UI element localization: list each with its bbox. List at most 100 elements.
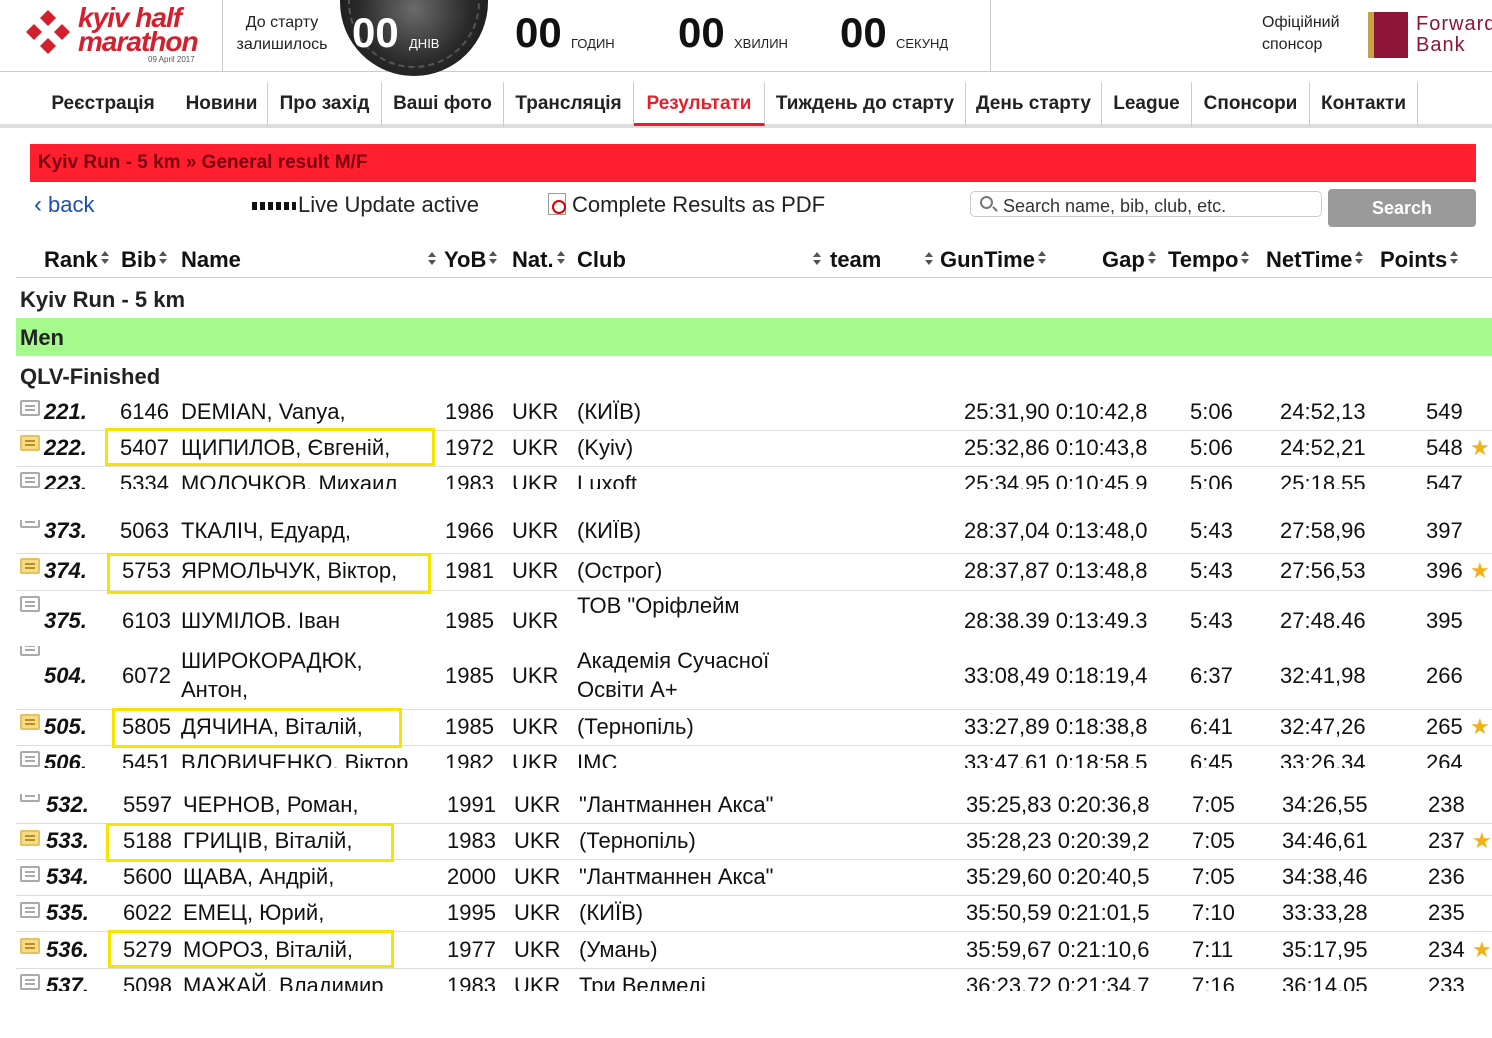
search-icon [980, 196, 993, 209]
comment-icon[interactable] [20, 435, 40, 451]
table-row[interactable]: 504. 6072 ШИРОКОРАДЮК, Антон, 1985 UKR А… [16, 646, 1492, 710]
comment-icon[interactable] [20, 520, 40, 528]
col-bib[interactable]: Bib [121, 246, 168, 274]
col-nat[interactable]: Nat. [512, 246, 565, 274]
forward-bank-logo-icon[interactable] [1368, 12, 1408, 58]
row-name[interactable]: DEMIAN, Vanya, [181, 398, 346, 426]
nav-item-contacts[interactable]: Контакти [1310, 82, 1418, 126]
comment-icon[interactable] [20, 400, 40, 416]
comment-icon[interactable] [20, 974, 40, 990]
nav-item-sponsors[interactable]: Спонсори [1192, 82, 1310, 126]
nav-item-registration[interactable]: Реєстрація [30, 82, 176, 126]
nav-item-results[interactable]: Результати [634, 82, 765, 126]
kyiv-half-marathon-logo[interactable]: kyiv half marathon 09 April 2017 [26, 4, 201, 64]
col-points[interactable]: Points [1380, 246, 1459, 274]
col-tempo[interactable]: Tempo [1168, 246, 1250, 274]
table-row[interactable]: 535. 6022 ЕМЕЦ, Юрий, 1995 UKR (КИЇВ) 35… [16, 896, 1492, 932]
comment-icon[interactable] [20, 794, 40, 802]
search-input[interactable] [1003, 196, 1313, 216]
star-icon[interactable]: ★ [1470, 714, 1490, 740]
back-link[interactable]: ‹ back [34, 190, 94, 220]
row-name[interactable]: ШИРОКОРАДЮК, [181, 647, 363, 675]
row-name[interactable]: ТКАЛІЧ, Едуард, [181, 520, 351, 545]
nav-item-photos[interactable]: Ваші фото [382, 82, 504, 126]
sort-icon [1355, 251, 1364, 265]
row-guntime-gap: 33:08,49 0:18:19,4 [964, 663, 1148, 688]
search-field[interactable] [970, 191, 1322, 217]
nav-item-about[interactable]: Про захід [268, 82, 382, 126]
row-points: 396 [1426, 558, 1463, 583]
table-row-partial[interactable]: 375. 6103 ШУМІЛОВ, Іван 1985 UKR ТОВ "Ор… [16, 591, 1492, 628]
countdown-seconds-value: 00 [840, 9, 887, 56]
col-guntime[interactable]: GunTime [940, 246, 1046, 274]
sort-icon [159, 251, 168, 265]
comment-icon[interactable] [20, 902, 40, 918]
comment-icon[interactable] [20, 866, 40, 882]
comment-icon[interactable] [20, 558, 40, 574]
row-club: Три Ведмеді [579, 973, 706, 991]
comment-icon[interactable] [20, 596, 40, 612]
col-gap[interactable]: Gap [1102, 246, 1156, 274]
sponsor-label-text: Офіційний спонсор [1262, 14, 1340, 53]
row-name[interactable]: ВЛОВИЧЕНКО, Віктор [181, 749, 408, 768]
row-tempo: 7:11 [1192, 937, 1234, 962]
table-row-partial[interactable]: 223. 5334 МОЛОЧКОВ, Михаил 1983 UKR Luxo… [16, 467, 1492, 489]
comment-icon[interactable] [20, 751, 40, 767]
row-bib: 5063 [120, 520, 169, 543]
row-tempo: 7:05 [1192, 864, 1235, 889]
row-nat: UKR [514, 973, 561, 991]
nav-item-league[interactable]: League [1102, 82, 1192, 126]
col-club[interactable]: Club [577, 246, 626, 274]
sort-icon[interactable] [428, 252, 436, 266]
col-nettime[interactable]: NetTime [1266, 246, 1364, 274]
comment-icon[interactable] [20, 646, 40, 656]
row-guntime-gap: 25:31,90 0:10:42,8 [964, 399, 1148, 424]
row-name[interactable]: ЩАВА, Андрій, [183, 863, 334, 891]
nav-item-week-before[interactable]: Тиждень до старту [765, 82, 966, 126]
row-club: (КИЇВ) [577, 399, 642, 424]
row-name[interactable]: ЧЕРНОВ, Роман, [183, 794, 358, 819]
star-icon[interactable]: ★ [1470, 558, 1490, 584]
sort-icon[interactable] [813, 252, 821, 266]
row-nat: UKR [514, 937, 561, 962]
nav-item-broadcast[interactable]: Трансляція [504, 82, 634, 126]
annotation-highlight-box [105, 428, 435, 466]
row-name-line2[interactable]: Антон, [181, 676, 248, 704]
row-nettime: 34:26,55 [1282, 794, 1368, 817]
col-name[interactable]: Name [181, 246, 241, 274]
table-row[interactable]: 221. 6146 DEMIAN, Vanya, 1986 UKR (КИЇВ)… [16, 394, 1492, 431]
row-rank: 506. [44, 750, 87, 768]
row-name[interactable]: МОЛОЧКОВ, Михаил [181, 470, 397, 489]
star-icon[interactable]: ★ [1472, 937, 1492, 963]
comment-icon[interactable] [20, 714, 40, 730]
nav-item-news[interactable]: Новини [176, 82, 268, 126]
star-icon[interactable]: ★ [1472, 828, 1492, 854]
row-guntime-gap: 35:59,67 0:21:10,6 [966, 937, 1150, 962]
col-team[interactable]: team [830, 246, 881, 274]
row-guntime-gap: 35:28,23 0:20:39,2 [966, 828, 1150, 853]
sort-icon[interactable] [925, 252, 933, 266]
row-bib: 6072 [122, 663, 171, 688]
comment-icon[interactable] [20, 472, 40, 488]
sponsor-name[interactable]: Forward Bank [1416, 14, 1492, 56]
row-name[interactable]: ШУМІЛОВ, Іван [181, 607, 340, 628]
table-row-partial[interactable]: 537. 5098 МАЖАЙ, Владимир 1983 UKR Три В… [16, 969, 1492, 991]
row-bib: 6146 [120, 399, 169, 424]
row-name[interactable]: МАЖАЙ, Владимир [183, 972, 384, 991]
row-name[interactable]: ЕМЕЦ, Юрий, [183, 899, 324, 927]
table-row-partial[interactable]: 373. 5063 ТКАЛІЧ, Едуард, 1966 UKR (КИЇВ… [16, 520, 1492, 554]
live-update-indicator[interactable]: Live Update active [252, 190, 479, 220]
col-rank[interactable]: Rank [44, 246, 109, 274]
col-yob[interactable]: YoB [444, 246, 498, 274]
table-row[interactable]: 534. 5600 ЩАВА, Андрій, 2000 UKR "Лантма… [16, 860, 1492, 896]
table-row-partial[interactable]: 532. 5597 ЧЕРНОВ, Роман, 1991 UKR "Лантм… [16, 794, 1492, 824]
pdf-download-link[interactable]: Complete Results as PDF [548, 190, 825, 220]
table-row-partial[interactable]: 506. 5451 ВЛОВИЧЕНКО, Віктор 1982 UKR IM… [16, 746, 1492, 768]
row-guntime-gap: 28:38,39 0:13:49,3 [964, 608, 1148, 628]
search-button[interactable]: Search [1328, 189, 1476, 227]
row-yob: 1972 [445, 435, 494, 460]
comment-icon[interactable] [20, 938, 40, 954]
comment-icon[interactable] [20, 830, 40, 846]
star-icon[interactable]: ★ [1470, 435, 1490, 461]
nav-item-race-day[interactable]: День старту [966, 82, 1102, 126]
